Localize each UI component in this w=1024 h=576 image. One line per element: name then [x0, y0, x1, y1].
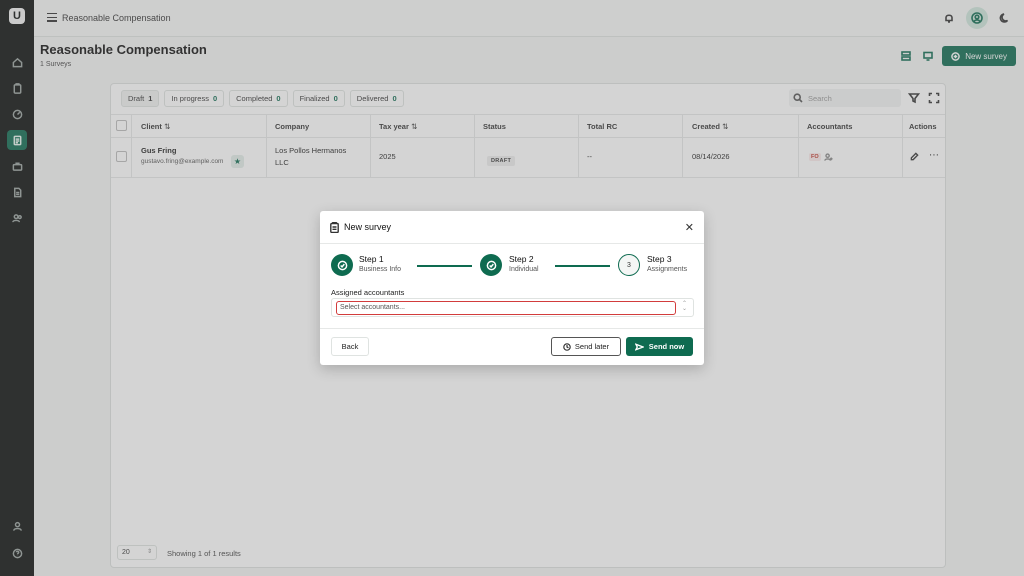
step-2-check-icon: [480, 254, 502, 276]
chevron-updown-icon[interactable]: ⌃ ⌄: [682, 301, 687, 312]
accountants-select-input[interactable]: Select accountants...: [336, 301, 676, 315]
send-later-button[interactable]: Send later: [551, 337, 621, 356]
modal-title: New survey: [344, 222, 392, 232]
step-3-title: Step 3: [647, 254, 672, 264]
step-3-subtitle: Assignments: [647, 266, 688, 273]
step-2-subtitle: Individual: [509, 266, 539, 273]
step-connector: [417, 265, 472, 267]
step-1-subtitle: Business Info: [359, 266, 402, 273]
step-1-title: Step 1: [359, 254, 384, 264]
assigned-accountants-label: Assigned accountants: [331, 288, 405, 297]
clock-icon: [563, 342, 571, 351]
back-button[interactable]: Back: [331, 337, 369, 356]
new-survey-modal: New survey ✕ Step 1 Business Info Step 2…: [320, 211, 704, 365]
send-now-button[interactable]: Send now: [626, 337, 693, 356]
step-2-title: Step 2: [509, 254, 534, 264]
step-1-check-icon: [331, 254, 353, 276]
accountants-select-wrapper: Select accountants... ⌃ ⌄: [331, 298, 694, 317]
step-3-number: 3: [618, 254, 640, 276]
step-connector: [555, 265, 610, 267]
close-icon[interactable]: ✕: [685, 221, 694, 234]
send-icon: [634, 342, 644, 351]
clipboard-icon: [330, 222, 339, 234]
